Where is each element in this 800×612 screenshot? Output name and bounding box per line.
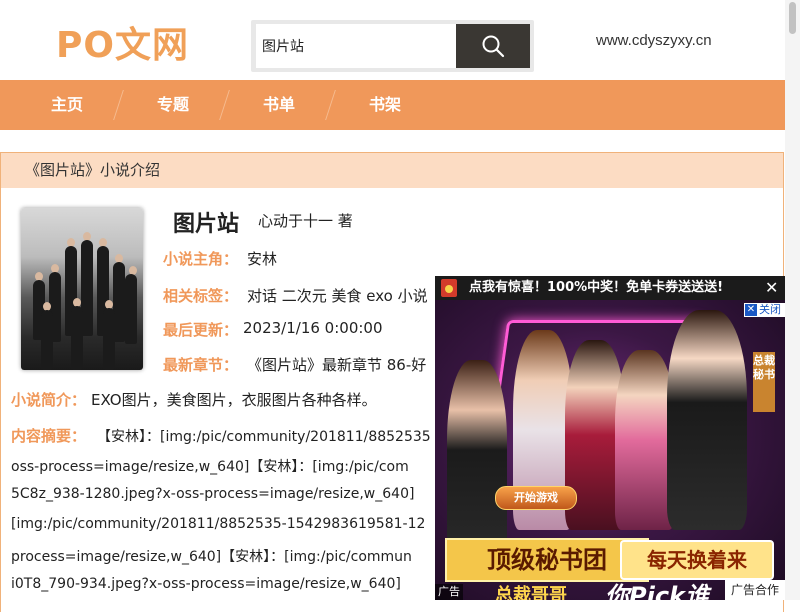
- content-line: process=image/resize,w_640]【安林】：[img:/pi…: [11, 549, 412, 565]
- content-line: oss-process=image/resize,w_640]【安林】：[img…: [11, 459, 409, 475]
- nav-separator: [219, 90, 230, 120]
- site-url: www.cdyszyxy.cn: [596, 32, 712, 49]
- ad-side-tag: 总裁秘书: [753, 352, 775, 412]
- close-icon: ✕: [745, 304, 757, 316]
- protagonist-value[interactable]: 安林: [247, 248, 277, 269]
- ad-bar-close-icon[interactable]: ✕: [765, 276, 778, 300]
- scrollbar-thumb[interactable]: [789, 2, 796, 34]
- site-header: PO文网 www.cdyszyxy.cn: [0, 0, 800, 80]
- content-label: 内容摘要：: [11, 427, 87, 445]
- ad-bar-text[interactable]: 点我有惊喜！100%中奖！免单卡券送送送!: [469, 276, 723, 300]
- tags-label: 相关标签：: [163, 287, 239, 305]
- ad-banner-pick: 你Pick谁: [605, 582, 710, 600]
- book-cover-image[interactable]: [21, 208, 143, 370]
- start-game-button[interactable]: 开始游戏: [495, 486, 577, 510]
- search-input[interactable]: [256, 24, 456, 68]
- ad-top-bar[interactable]: 点我有惊喜！100%中奖！免单卡券送送送! ✕: [435, 276, 785, 300]
- book-author: 心动于十一 著: [258, 212, 353, 230]
- content-line: 5C8z_938-1280.jpeg?x-oss-process=image/r…: [11, 486, 415, 502]
- search-button[interactable]: [456, 24, 530, 68]
- content-line: 【安林】：[img:/pic/community/201811/8852535: [97, 429, 431, 445]
- red-envelope-icon: [441, 279, 457, 297]
- nav-item-booklists[interactable]: 书单: [263, 80, 295, 130]
- nav-item-topics[interactable]: 专题: [157, 80, 189, 130]
- ad-banner-right: 每天换着来: [620, 540, 774, 580]
- search-icon: [482, 35, 505, 58]
- intro-text: EXO图片，美食图片，衣服图片各种各样。: [91, 391, 377, 409]
- content-line: [img:/pic/community/201811/8852535-15429…: [11, 516, 426, 532]
- updated-value: 2023/1/16 0:00:00: [243, 319, 383, 337]
- nav-item-bookshelf[interactable]: 书架: [369, 80, 401, 130]
- protagonist-label: 小说主角：: [163, 250, 239, 268]
- ad-figure: [667, 310, 747, 530]
- book-title: 图片站: [173, 212, 240, 237]
- ad-figure: [447, 360, 507, 560]
- latest-chapter-label: 最新章节：: [163, 356, 239, 374]
- latest-chapter-link[interactable]: 《图片站》最新章节 86-好: [247, 354, 426, 375]
- ad-close-button[interactable]: ✕ 关闭: [744, 303, 785, 317]
- nav-separator: [113, 90, 124, 120]
- nav-item-home[interactable]: 主页: [51, 80, 83, 130]
- search-bar: [251, 20, 534, 72]
- popup-ad[interactable]: 点我有惊喜！100%中奖！免单卡券送送送! ✕ 总裁秘书 开始游戏 顶级秘书团 …: [435, 276, 785, 600]
- content-line: i0T8_790-934.jpeg?x-oss-process=image/re…: [11, 576, 401, 592]
- tags-value[interactable]: 对话 二次元 美食 exo 小说: [247, 285, 428, 306]
- section-title: 《图片站》小说介绍: [25, 161, 161, 179]
- scrollbar-track[interactable]: [785, 0, 800, 600]
- ad-figure: [615, 350, 675, 530]
- ad-label: 广告: [435, 584, 463, 600]
- updated-label: 最后更新：: [163, 321, 239, 339]
- ad-close-label: 关闭: [759, 303, 781, 316]
- ad-cooperation-link[interactable]: 广告合作: [725, 580, 785, 600]
- ad-image[interactable]: 总裁秘书 开始游戏 顶级秘书团 每天换着来 总裁哥哥 你Pick谁: [435, 300, 785, 600]
- site-logo[interactable]: PO文网: [56, 16, 189, 68]
- ad-banner-sub: 总裁哥哥: [495, 585, 567, 600]
- panel-header: 《图片站》小说介绍: [1, 153, 783, 188]
- main-nav: 主页 专题 书单 书架: [0, 80, 785, 130]
- nav-separator: [325, 90, 336, 120]
- intro-label: 小说简介：: [11, 391, 87, 409]
